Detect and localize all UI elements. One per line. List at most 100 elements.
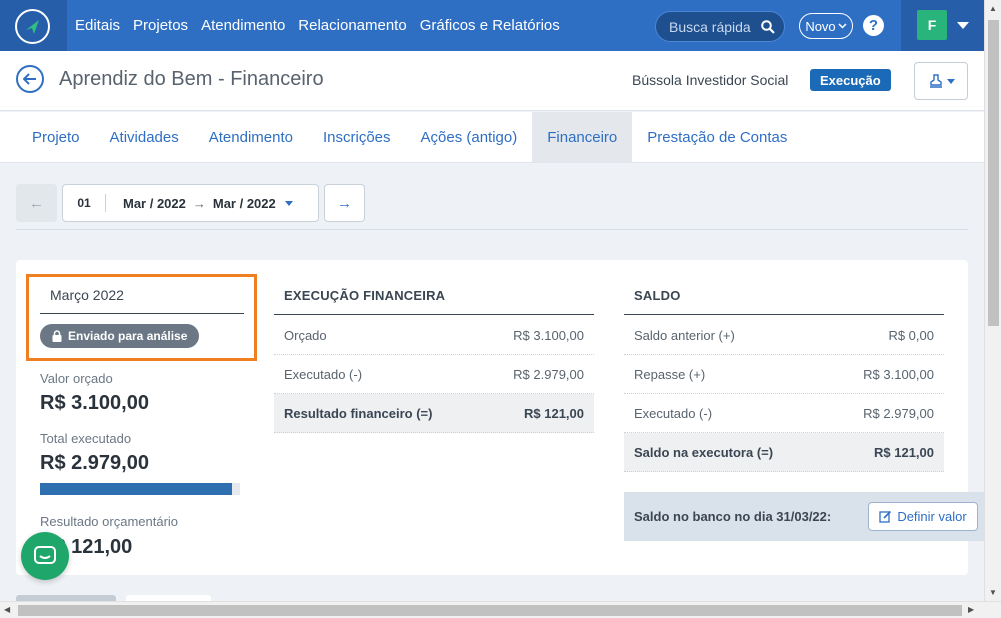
new-button[interactable]: Novo [799, 13, 853, 39]
saldo-title: SALDO [634, 288, 681, 303]
execucao-table: Orçado R$ 3.100,00 Executado (-) R$ 2.979,… [274, 316, 594, 433]
quick-search-input[interactable]: Busca rápida [655, 11, 785, 42]
result-label: Resultado orçamentário [40, 514, 179, 529]
row-value: R$ 2.979,00 [863, 405, 934, 421]
previous-period-button[interactable]: ← [16, 184, 57, 222]
tab-projeto[interactable]: Projeto [17, 112, 95, 162]
vertical-scrollbar[interactable]: ▲ ▼ [984, 0, 1001, 601]
search-icon [761, 20, 775, 34]
scroll-up-icon[interactable]: ▲ [989, 4, 997, 13]
stamp-icon [929, 73, 942, 88]
scrollbar-thumb[interactable] [988, 20, 999, 326]
row-value: R$ 3.100,00 [513, 327, 584, 343]
edit-icon [879, 510, 892, 523]
scroll-right-icon[interactable]: ▶ [968, 605, 974, 614]
actions-dropdown-button[interactable] [914, 62, 968, 100]
arrow-left-icon [23, 73, 36, 85]
row-value: R$ 121,00 [874, 444, 934, 460]
caret-down-icon [284, 200, 293, 206]
new-button-label: Novo [805, 18, 836, 34]
total-row: Resultado financeiro (=) R$ 121,00 [274, 394, 594, 433]
table-row: Executado (-) R$ 2.979,00 [274, 355, 594, 394]
chat-icon [34, 546, 56, 564]
row-value: R$ 2.979,00 [513, 366, 584, 382]
status-pill: Enviado para análise [40, 324, 200, 348]
arrow-right-icon: → [192, 195, 206, 211]
progress-fill [40, 483, 233, 495]
budget-value: R$ 3.100,00 [40, 392, 149, 414]
nav-graficos-relatorios[interactable]: Gráficos e Relatórios [420, 17, 560, 34]
divider [40, 313, 244, 314]
row-label: Resultado financeiro (=) [284, 405, 433, 421]
nav-relacionamento[interactable]: Relacionamento [298, 17, 406, 34]
table-row: Repasse (+) R$ 3.100,00 [624, 355, 944, 394]
main-nav: Editais Projetos Atendimento Relacioname… [75, 0, 560, 51]
avatar: F [917, 10, 947, 40]
user-menu[interactable]: F [901, 0, 984, 51]
total-row: Saldo na executora (=) R$ 121,00 [624, 433, 944, 472]
period-selector[interactable]: 01 Mar / 2022 → Mar / 2022 [62, 184, 319, 222]
help-icon[interactable]: ? [863, 15, 884, 36]
divider [16, 229, 968, 230]
organization-name: Bússola Investidor Social [632, 72, 789, 88]
chevron-down-icon [838, 23, 847, 29]
status-badge: Execução [810, 69, 891, 91]
next-period-button[interactable]: → [324, 184, 365, 222]
period-to: Mar / 2022 [212, 195, 276, 211]
page-title: Aprendiz do Bem - Financeiro [59, 68, 324, 90]
tab-financeiro[interactable]: Financeiro [532, 112, 633, 162]
arrow-left-icon: ← [29, 194, 44, 212]
table-row: Orçado R$ 3.100,00 [274, 316, 594, 355]
period-number: 01 [63, 194, 106, 212]
divider [624, 314, 944, 315]
nav-atendimento[interactable]: Atendimento [201, 17, 285, 34]
caret-down-icon [946, 78, 955, 84]
nav-editais[interactable]: Editais [75, 17, 120, 34]
row-value: R$ 0,00 [888, 327, 934, 343]
arrow-right-icon: → [337, 194, 352, 212]
logo[interactable] [0, 0, 67, 51]
top-navbar: Editais Projetos Atendimento Relacioname… [0, 0, 984, 51]
help-label: ? [868, 17, 879, 34]
tab-prestacao-de-contas[interactable]: Prestação de Contas [632, 112, 802, 162]
tab-acoes-antigo[interactable]: Ações (antigo) [406, 112, 533, 162]
tab-atividades[interactable]: Atividades [95, 112, 194, 162]
executed-progress-bar [40, 483, 240, 495]
row-value: R$ 121,00 [524, 405, 584, 421]
bank-balance-label: Saldo no banco no dia 31/03/22: [634, 509, 832, 524]
row-label: Executado (-) [634, 405, 713, 421]
divider [274, 314, 594, 315]
budget-label: Valor orçado [40, 371, 113, 386]
tab-inscricoes[interactable]: Inscrições [308, 112, 406, 162]
horizontal-scrollbar[interactable]: ◀ ▶ [0, 601, 1001, 618]
row-label: Repasse (+) [634, 366, 706, 382]
search-placeholder: Busca rápida [669, 18, 751, 35]
row-label: Orçado [284, 327, 327, 343]
back-button[interactable] [16, 65, 44, 93]
scroll-left-icon[interactable]: ◀ [4, 605, 10, 614]
define-value-label: Definir valor [897, 509, 967, 524]
month-label: Março 2022 [50, 287, 124, 303]
executed-value: R$ 2.979,00 [40, 452, 149, 474]
scrollbar-thumb[interactable] [18, 605, 962, 616]
row-label: Saldo anterior (+) [634, 327, 735, 343]
caret-down-icon [957, 22, 969, 29]
executed-label: Total executado [40, 431, 132, 446]
nav-projetos[interactable]: Projetos [133, 17, 188, 34]
saldo-table: Saldo anterior (+) R$ 0,00 Repasse (+) R$ … [624, 316, 944, 472]
table-row: Executado (-) R$ 2.979,00 [624, 394, 944, 433]
page-header: Aprendiz do Bem - Financeiro Bússola Inv… [0, 51, 984, 111]
scroll-down-icon[interactable]: ▼ [989, 588, 997, 597]
chat-launcher-button[interactable] [21, 532, 69, 580]
logo-icon [15, 9, 50, 44]
period-from: Mar / 2022 [123, 195, 186, 211]
tab-atendimento[interactable]: Atendimento [194, 112, 308, 162]
row-value: R$ 3.100,00 [863, 366, 934, 382]
define-value-button[interactable]: Definir valor [868, 502, 978, 531]
row-label: Saldo na executora (=) [634, 444, 774, 460]
status-pill-label: Enviado para análise [68, 329, 188, 343]
table-row: Saldo anterior (+) R$ 0,00 [624, 316, 944, 355]
lock-icon [52, 330, 62, 342]
execucao-title: EXECUÇÃO FINANCEIRA [284, 288, 446, 303]
row-label: Executado (-) [284, 366, 363, 382]
